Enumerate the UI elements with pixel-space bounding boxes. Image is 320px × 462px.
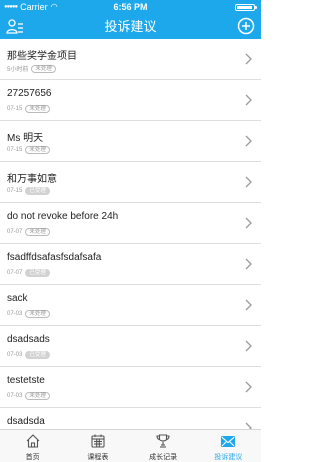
item-meta: 07-03 未处理	[7, 310, 50, 318]
status-badge: 未处理	[25, 146, 50, 154]
add-circle-icon[interactable]	[237, 17, 255, 35]
chevron-right-icon	[245, 53, 252, 65]
item-title: fsadffdsafasfsdafsafa	[7, 252, 102, 263]
item-date: 07-15	[7, 147, 23, 153]
chevron-right-icon	[245, 381, 252, 393]
complaint-list: 那些奖学金项目 5小时前 未处理 27257656 07-15 未处理 Ms 明天 07-15…	[0, 39, 261, 429]
item-date: 5小时前	[7, 67, 29, 73]
list-item[interactable]: do not revoke before 24h 07-07 未处理	[0, 203, 261, 244]
mail-icon	[221, 435, 236, 448]
chevron-right-icon	[245, 217, 252, 229]
item-title: 27257656	[7, 88, 52, 99]
item-date: 07-03	[7, 311, 23, 317]
tab-mail[interactable]: 投诉建议	[196, 430, 261, 462]
item-title: 那些奖学金项目	[7, 51, 77, 62]
item-title: 和万事如意	[7, 174, 57, 185]
item-meta: 07-03 已受理	[7, 351, 50, 359]
list-item[interactable]: dsadsda07-03未处理	[0, 408, 261, 429]
item-title: testetste	[7, 375, 45, 386]
page-title: 投诉建议	[104, 19, 157, 34]
item-meta: 07-15 未处理	[7, 105, 50, 113]
item-meta: 5小时前 未处理	[7, 64, 56, 73]
item-title: sack	[7, 293, 28, 304]
status-badge: 未处理	[31, 64, 56, 73]
nav-bar: 投诉建议	[0, 14, 261, 39]
tab-trophy[interactable]: 成长记录	[131, 430, 196, 462]
chevron-right-icon	[245, 340, 252, 352]
list-item[interactable]: 和万事如意 07-15 已受理	[0, 162, 261, 203]
item-meta: 07-15 未处理	[7, 146, 50, 154]
chevron-right-icon	[245, 422, 252, 429]
item-date: 07-07	[7, 229, 23, 235]
list-item[interactable]: 27257656 07-15 未处理	[0, 80, 261, 121]
item-date: 07-03	[7, 393, 23, 399]
item-date: 07-15	[7, 106, 23, 112]
tab-label: 成长记录	[149, 454, 178, 461]
item-date: 07-15	[7, 188, 23, 194]
trophy-icon	[156, 434, 170, 448]
status-badge: 未处理	[25, 310, 50, 318]
item-meta: 07-15 已受理	[7, 187, 50, 195]
chevron-right-icon	[245, 299, 252, 311]
status-badge: 已受理	[25, 187, 50, 195]
item-title: dsadsads	[7, 334, 50, 345]
list-item[interactable]: 那些奖学金项目 5小时前 未处理	[0, 39, 261, 80]
item-title: Ms 明天	[7, 133, 44, 144]
chevron-right-icon	[245, 135, 252, 147]
status-badge: 未处理	[25, 392, 50, 400]
list-item[interactable]: sack 07-03 未处理	[0, 285, 261, 326]
tab-calendar[interactable]: 课程表	[65, 430, 130, 462]
status-badge: 已受理	[25, 269, 50, 277]
chevron-right-icon	[245, 94, 252, 106]
status-badge: 未处理	[25, 228, 50, 236]
battery-icon	[235, 4, 257, 11]
calendar-icon	[91, 434, 105, 448]
list-item[interactable]: Ms 明天 07-15 未处理	[0, 121, 261, 162]
chevron-right-icon	[245, 176, 252, 188]
chevron-right-icon	[245, 258, 252, 270]
status-time: 6:56 PM	[113, 2, 148, 12]
tab-bar: 首页 课程表 成长记录 投诉建议	[0, 429, 261, 462]
item-title: dsadsda	[7, 416, 45, 427]
item-title: do not revoke before 24h	[7, 211, 119, 222]
item-meta: 07-07 已受理	[7, 269, 50, 277]
tab-label: 首页	[25, 454, 40, 461]
tab-label: 投诉建议	[214, 454, 243, 461]
list-item[interactable]: fsadffdsafasfsdafsafa 07-07 已受理	[0, 244, 261, 285]
tab-label: 课程表	[87, 454, 109, 461]
item-date: 07-07	[7, 270, 23, 276]
home-icon	[26, 434, 40, 448]
list-item[interactable]: testetste 07-03 未处理	[0, 367, 261, 408]
item-meta: 07-07 未处理	[7, 228, 50, 236]
list-item[interactable]: dsadsads 07-03 已受理	[0, 326, 261, 367]
item-meta: 07-03 未处理	[7, 392, 50, 400]
tab-home[interactable]: 首页	[0, 430, 65, 462]
status-bar: ●●●●● Carrier ◠ 6:56 PM	[0, 0, 261, 14]
item-date: 07-03	[7, 352, 23, 358]
status-badge: 已受理	[25, 351, 50, 359]
status-badge: 未处理	[25, 105, 50, 113]
